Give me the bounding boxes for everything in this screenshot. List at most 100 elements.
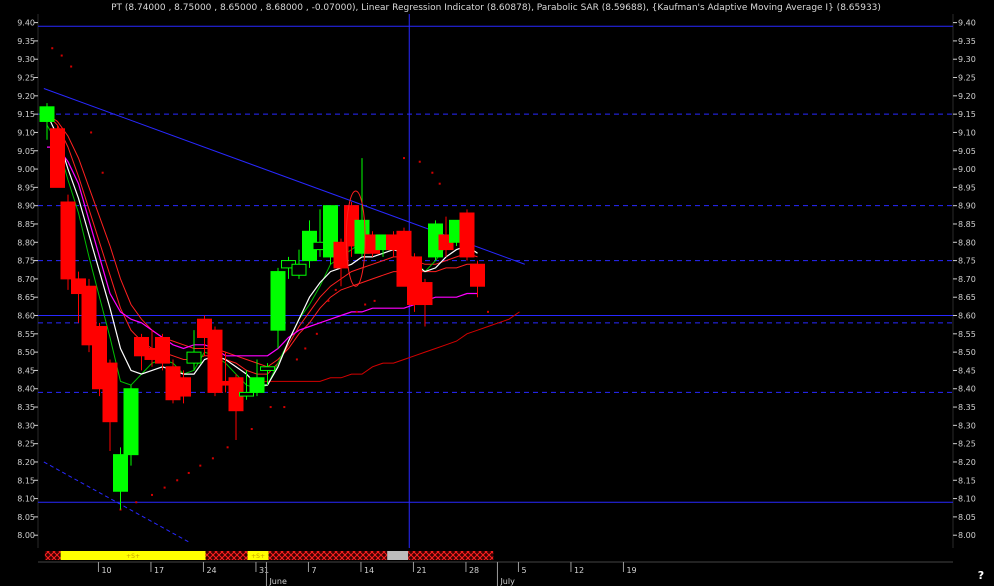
y-tick-label-left: 8.40	[17, 385, 35, 394]
y-tick-label-right: 9.30	[958, 55, 976, 64]
sar-dot-20	[327, 299, 330, 302]
sar-dot-14	[250, 428, 253, 431]
y-tick-label-left: 8.50	[17, 348, 35, 357]
y-tick-label-right: 8.80	[958, 238, 976, 247]
y-tick-label-left: 8.25	[17, 440, 35, 449]
sar-dot-16	[283, 406, 286, 409]
x-tick-label: 10	[101, 566, 111, 575]
x-tick-label: 5	[521, 566, 526, 575]
y-tick-label-right: 8.25	[958, 440, 976, 449]
sar-dot-6	[135, 501, 138, 504]
sar-dot-12	[211, 457, 214, 460]
sar-dot-11	[199, 464, 202, 467]
x-tick-label: June	[268, 577, 287, 586]
volume-segment-2	[205, 551, 248, 560]
sar-dot-7	[151, 493, 153, 496]
sar-dot-8	[163, 486, 166, 489]
sar-dot-25	[403, 157, 405, 160]
y-tick-label-right: 8.20	[958, 458, 976, 467]
sar-dot-24	[373, 299, 376, 302]
candle-body	[155, 336, 170, 364]
candle-40[interactable]	[459, 209, 475, 261]
x-tick-label: 7	[311, 566, 316, 575]
y-tick-label-left: 8.35	[17, 403, 35, 412]
y-tick-label-right: 8.45	[958, 366, 976, 375]
x-tick-label: 14	[364, 566, 374, 575]
candle-body	[459, 212, 475, 258]
y-tick-label-left: 9.00	[17, 165, 35, 174]
y-tick-label-left: 9.15	[17, 110, 35, 119]
sar-dot-13	[226, 446, 229, 449]
sar-dot-26	[418, 160, 421, 163]
candle-body	[60, 201, 76, 280]
sar-dot-18	[304, 347, 307, 350]
x-tick-label: July	[499, 577, 515, 586]
volume-segment-4	[268, 551, 388, 560]
candle-16[interactable]	[207, 326, 223, 397]
sar-dot-19	[315, 332, 318, 335]
y-tick-label-right: 9.00	[958, 165, 976, 174]
x-tick-label: 12	[574, 566, 584, 575]
y-tick-label-right: 8.50	[958, 348, 976, 357]
y-tick-label-right: 8.10	[958, 495, 976, 504]
y-tick-label-right: 9.40	[958, 19, 976, 28]
volume-segment-label: +S+	[251, 553, 265, 560]
y-tick-label-left: 8.55	[17, 330, 35, 339]
chart-background	[0, 0, 994, 586]
price-chart[interactable]: PT (8.74000 , 8.75000 , 8.65000 , 8.6800…	[0, 0, 994, 586]
candle-body	[260, 366, 275, 371]
y-tick-label-left: 9.05	[17, 147, 35, 156]
candle-body	[270, 271, 286, 331]
y-tick-label-left: 9.25	[17, 74, 35, 83]
x-tick-label: 19	[626, 566, 636, 575]
x-tick-label: 28	[469, 566, 479, 575]
candle-8[interactable]	[123, 385, 139, 466]
sar-dot-17	[295, 358, 298, 361]
y-tick-label-right: 8.15	[958, 476, 976, 485]
y-tick-label-left: 9.20	[17, 92, 35, 101]
sar-dot-22	[355, 310, 358, 313]
y-tick-label-right: 8.55	[958, 330, 976, 339]
y-tick-label-left: 8.90	[17, 202, 35, 211]
candle-body	[291, 263, 307, 276]
y-tick-label-left: 8.95	[17, 183, 35, 192]
y-tick-label-left: 8.75	[17, 257, 35, 266]
y-tick-label-right: 9.20	[958, 92, 976, 101]
candle-body	[176, 377, 191, 397]
y-tick-label-right: 8.00	[958, 531, 976, 540]
y-tick-label-left: 8.10	[17, 495, 35, 504]
y-tick-label-left: 9.30	[17, 55, 35, 64]
y-tick-label-right: 9.35	[958, 37, 976, 46]
sar-dot-21	[334, 288, 337, 291]
candle-body	[50, 128, 65, 188]
y-tick-label-right: 8.70	[958, 275, 976, 284]
y-tick-label-left: 8.65	[17, 293, 35, 302]
sar-dot-28	[438, 182, 441, 185]
y-tick-label-right: 9.05	[958, 147, 976, 156]
help-button[interactable]: ?	[968, 566, 994, 586]
sar-dot-9	[176, 479, 179, 482]
sar-dot-1	[60, 54, 63, 57]
y-tick-label-left: 8.70	[17, 275, 35, 284]
volume-segment-label: +S+	[126, 553, 140, 560]
y-tick-label-right: 8.65	[958, 293, 976, 302]
y-tick-label-left: 8.85	[17, 220, 35, 229]
y-tick-label-left: 9.40	[17, 19, 35, 28]
volume-strip: +S+ +S+	[38, 551, 953, 560]
y-tick-label-right: 8.95	[958, 183, 976, 192]
candle-body	[417, 282, 433, 306]
candle-body	[123, 388, 139, 456]
sar-dot-2	[70, 65, 73, 68]
y-tick-label-right: 8.60	[958, 312, 976, 321]
y-tick-label-right: 9.25	[958, 74, 976, 83]
chart-header: PT (8.74000 , 8.75000 , 8.65000 , 8.6800…	[111, 3, 881, 13]
x-tick-label: 24	[206, 566, 216, 575]
y-tick-label-right: 8.05	[958, 513, 976, 522]
y-tick-label-left: 8.05	[17, 513, 35, 522]
y-tick-label-left: 8.60	[17, 312, 35, 321]
candle-2[interactable]	[60, 194, 76, 290]
y-tick-label-right: 8.40	[958, 385, 976, 394]
candle-1[interactable]	[50, 125, 65, 188]
y-tick-label-right: 8.30	[958, 421, 976, 430]
candle-body	[39, 106, 55, 122]
